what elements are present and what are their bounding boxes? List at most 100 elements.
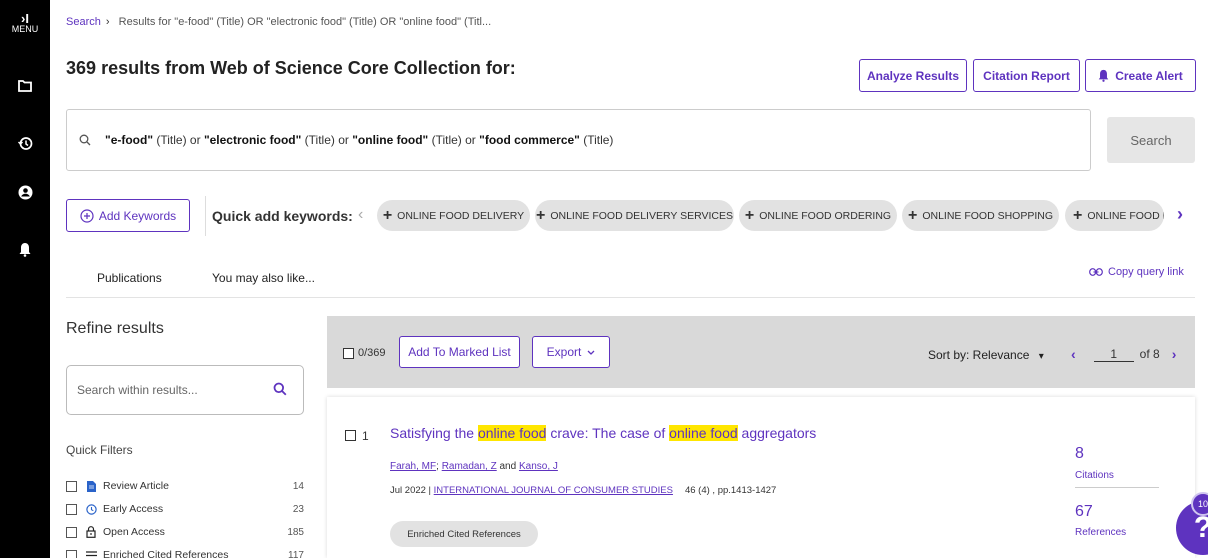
caret-down-icon: ▾ bbox=[1038, 351, 1044, 362]
copy-query-link-label: Copy query link bbox=[1108, 266, 1184, 278]
select-all-checkbox[interactable] bbox=[343, 347, 354, 359]
page-input[interactable]: 1 bbox=[1093, 347, 1134, 362]
page-total: of 8 bbox=[1139, 347, 1160, 361]
checkbox[interactable] bbox=[66, 503, 77, 515]
select-all[interactable]: 0/369 bbox=[343, 347, 386, 359]
chevron-right-icon[interactable]: › bbox=[1177, 204, 1183, 225]
results-title-text: results from Web of Science Core Collect… bbox=[101, 58, 516, 78]
record-checkbox[interactable] bbox=[345, 430, 356, 441]
refine-results-heading: Refine results bbox=[66, 320, 164, 337]
export-button[interactable]: Export bbox=[532, 336, 610, 368]
tab-publications[interactable]: Publications bbox=[97, 271, 162, 285]
plus-circle-icon bbox=[80, 208, 94, 223]
document-icon bbox=[85, 480, 97, 492]
citations-count[interactable]: 8 bbox=[1075, 445, 1084, 463]
selected-count: 0/369 bbox=[358, 347, 386, 359]
keyword-chip-label: ONLINE FOOD DELIVERY bbox=[397, 209, 525, 222]
search-button[interactable]: Search bbox=[1107, 117, 1195, 163]
add-to-marked-list-button[interactable]: Add To Marked List bbox=[399, 336, 520, 368]
list-icon bbox=[85, 550, 97, 558]
author-separator: and bbox=[496, 461, 519, 472]
add-keywords-button[interactable]: Add Keywords bbox=[66, 199, 190, 232]
results-count: 369 bbox=[66, 58, 97, 78]
citation-report-button[interactable]: Citation Report bbox=[973, 59, 1080, 92]
bell-icon[interactable] bbox=[0, 242, 50, 257]
tab-you-may-also-like[interactable]: You may also like... bbox=[212, 271, 315, 285]
add-keywords-label: Add Keywords bbox=[98, 208, 177, 223]
next-page-icon[interactable]: › bbox=[1172, 346, 1177, 362]
breadcrumb-search-link[interactable]: Search bbox=[66, 16, 101, 28]
plus-icon: + bbox=[744, 206, 755, 224]
metric-divider bbox=[1075, 487, 1159, 488]
analyze-results-button[interactable]: Analyze Results bbox=[859, 59, 967, 92]
quick-filter-review-article[interactable]: Review Article 14 bbox=[66, 478, 304, 494]
keyword-chip-label: ONLINE FOOD ORDERING bbox=[759, 209, 892, 222]
enriched-cited-references-badge[interactable]: Enriched Cited References bbox=[390, 521, 538, 547]
quick-filter-early-access[interactable]: Early Access 23 bbox=[66, 501, 304, 517]
quick-add-label: Quick add keywords: bbox=[212, 208, 353, 224]
references-count[interactable]: 67 bbox=[1075, 503, 1093, 521]
checkbox[interactable] bbox=[66, 480, 77, 492]
keyword-chip-label: ONLINE FOOD SHOPPING bbox=[922, 209, 1054, 222]
quick-filter-open-access[interactable]: Open Access 185 bbox=[66, 524, 304, 540]
plus-icon: + bbox=[1073, 206, 1083, 224]
record-title-part: crave: The case of bbox=[546, 425, 670, 441]
chevron-left-icon[interactable]: ‹ bbox=[358, 206, 363, 224]
sort-dropdown[interactable]: Sort by: Relevance ▾ bbox=[928, 348, 1044, 362]
record-publication: Jul 2022 | INTERNATIONAL JOURNAL OF CONS… bbox=[390, 485, 776, 496]
checkbox[interactable] bbox=[66, 549, 77, 558]
query-term-3: "online food" bbox=[352, 133, 429, 147]
keyword-chip[interactable]: + ONLINE FOOD DELIVERY SERVICES bbox=[535, 200, 734, 231]
menu-toggle-icon: ›I bbox=[21, 11, 29, 26]
keyword-chip[interactable]: + ONLINE FOOD SHOPPING bbox=[902, 200, 1059, 231]
author-link[interactable]: Kanso, J bbox=[519, 461, 558, 472]
author-link[interactable]: Ramadan, Z bbox=[442, 461, 497, 472]
menu-toggle[interactable]: ›I MENU bbox=[0, 11, 50, 34]
plus-icon: + bbox=[382, 206, 393, 224]
record-title[interactable]: Satisfying the online food crave: The ca… bbox=[390, 425, 816, 441]
quick-filter-label: Enriched Cited References bbox=[103, 549, 229, 558]
history-icon[interactable] bbox=[0, 136, 50, 151]
previous-page-icon[interactable]: ‹ bbox=[1071, 346, 1076, 362]
bell-icon bbox=[1098, 69, 1109, 82]
search-within-placeholder: Search within results... bbox=[77, 383, 198, 397]
keyword-chip-label: ONLINE FOOD DELIVERY SERVICES bbox=[550, 209, 733, 222]
keyword-chip[interactable]: + ONLINE FOOD D bbox=[1065, 200, 1164, 231]
record-title-part: Satisfying the bbox=[390, 425, 478, 441]
query-term-1: "e-food" bbox=[105, 133, 154, 147]
quick-filter-label: Open Access bbox=[103, 526, 165, 538]
checkbox[interactable] bbox=[66, 526, 77, 538]
record-number: 1 bbox=[362, 429, 369, 443]
query-field-4: (Title) bbox=[579, 133, 614, 147]
folder-icon[interactable] bbox=[0, 80, 50, 92]
quick-filter-count: 14 bbox=[292, 480, 304, 492]
main-content: Search › Results for "e-food" (Title) OR… bbox=[50, 0, 1208, 558]
query-input[interactable]: "e-food" (Title) or "electronic food" (T… bbox=[66, 109, 1091, 171]
record-volume: 46 (4) , pp.1413-1427 bbox=[684, 485, 777, 496]
journal-link[interactable]: INTERNATIONAL JOURNAL OF CONSUMER STUDIE… bbox=[434, 485, 673, 496]
create-alert-button[interactable]: Create Alert bbox=[1085, 59, 1196, 92]
quick-filters-heading: Quick Filters bbox=[66, 443, 133, 457]
help-question-icon: ? bbox=[1194, 511, 1208, 545]
record-title-part: aggregators bbox=[737, 425, 817, 441]
record-date: Jul 2022 | bbox=[390, 485, 434, 496]
references-label[interactable]: References bbox=[1075, 527, 1126, 538]
breadcrumb-current: Results for "e-food" (Title) OR "electro… bbox=[118, 16, 492, 28]
keyword-chip[interactable]: + ONLINE FOOD DELIVERY bbox=[377, 200, 530, 231]
divider bbox=[66, 297, 1195, 298]
link-icon bbox=[1089, 268, 1103, 276]
account-icon[interactable] bbox=[0, 185, 50, 200]
quick-filter-enriched-cited-references[interactable]: Enriched Cited References 117 bbox=[66, 547, 304, 558]
query-field-2: (Title) or bbox=[301, 133, 353, 147]
result-record: 1 Satisfying the online food crave: The … bbox=[327, 397, 1195, 558]
citations-label[interactable]: Citations bbox=[1075, 470, 1114, 481]
copy-query-link[interactable]: Copy query link bbox=[1089, 266, 1184, 278]
search-within-input[interactable]: Search within results... bbox=[66, 365, 304, 415]
search-icon[interactable] bbox=[273, 382, 287, 396]
menu-label: MENU bbox=[11, 24, 39, 34]
quick-filter-label: Review Article bbox=[103, 480, 169, 492]
author-link[interactable]: Farah, MF bbox=[390, 461, 436, 472]
search-button-label: Search bbox=[1130, 132, 1172, 148]
keyword-chip[interactable]: + ONLINE FOOD ORDERING bbox=[739, 200, 897, 231]
lock-icon bbox=[85, 526, 97, 538]
